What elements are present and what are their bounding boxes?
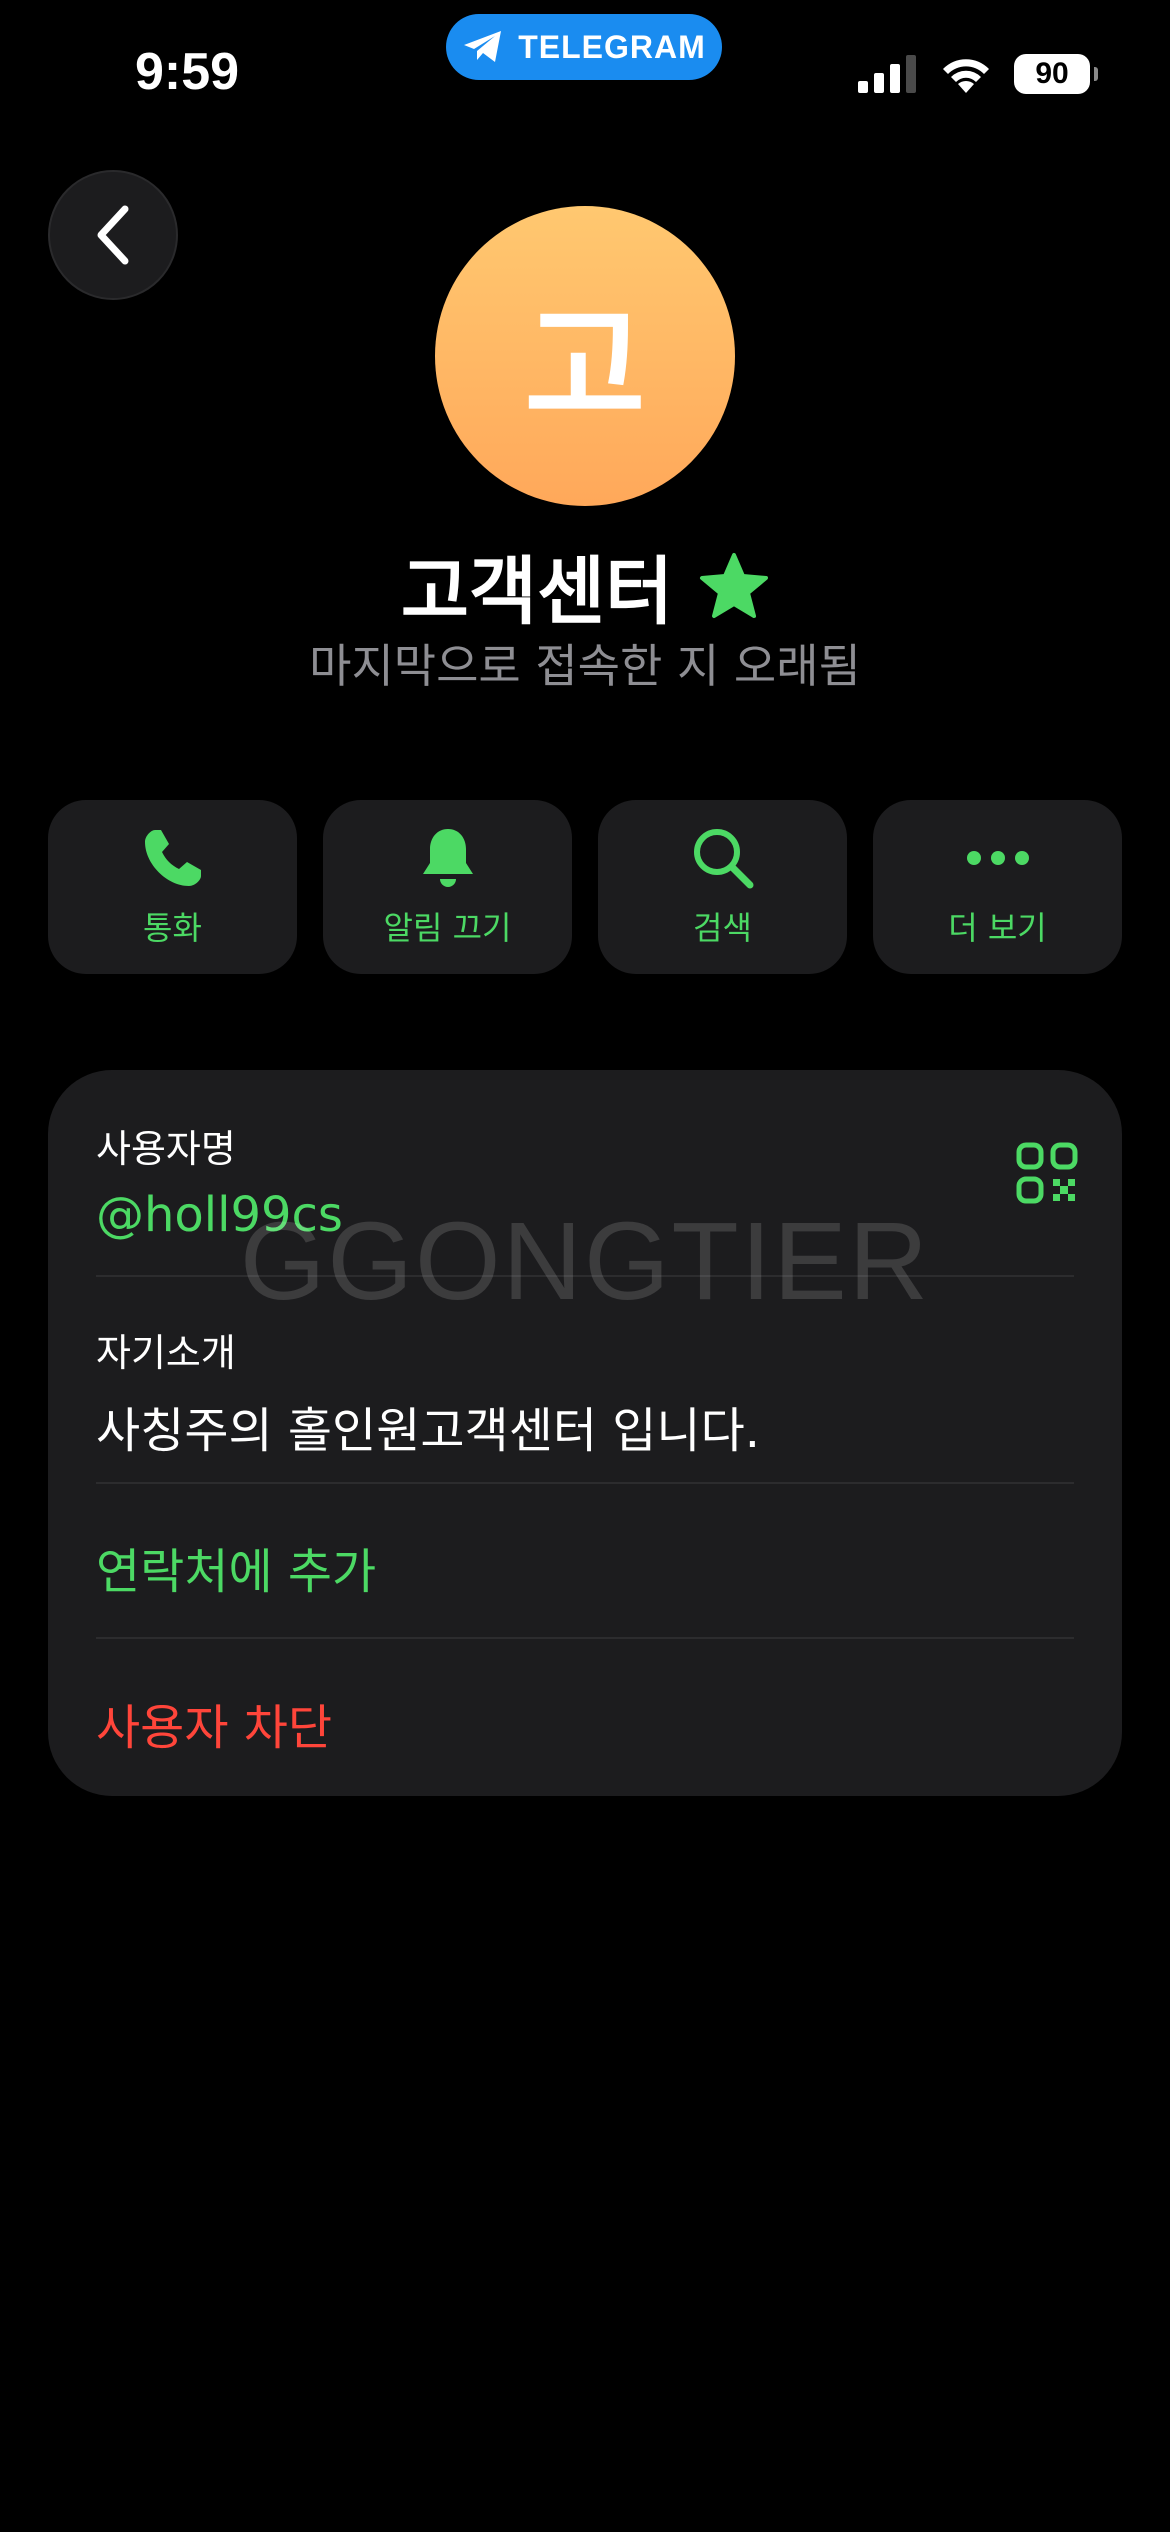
wifi-icon <box>943 59 989 93</box>
battery-indicator: 90 <box>1014 54 1098 94</box>
mute-button-label: 알림 끄기 <box>383 909 512 947</box>
search-icon <box>693 829 753 889</box>
profile-avatar[interactable]: 고 <box>435 206 735 506</box>
divider <box>96 1637 1074 1639</box>
avatar-initial: 고 <box>524 290 646 445</box>
divider <box>96 1482 1074 1484</box>
more-icon <box>966 851 1029 865</box>
cellular-signal-icon <box>858 55 916 93</box>
call-button-label: 통화 <box>143 909 202 947</box>
qr-code-icon[interactable] <box>1016 1142 1078 1204</box>
mute-button[interactable]: 알림 끄기 <box>323 800 572 974</box>
more-button[interactable]: 더 보기 <box>873 800 1122 974</box>
phone-icon <box>144 830 201 886</box>
add-contact-button[interactable]: 연락처에 추가 <box>96 1532 1074 1602</box>
username-value[interactable]: @holl99cs <box>96 1187 1074 1243</box>
profile-name-row: 고객센터 <box>0 532 1170 639</box>
battery-level: 90 <box>1035 57 1069 90</box>
status-indicators: 90 <box>858 54 1098 94</box>
info-card: 사용자명 @holl99cs 자기소개 사칭주의 홀인원고객센터 입니다. 연락… <box>48 1070 1122 1796</box>
block-user-row[interactable]: 사용자 차단 <box>96 1688 1074 1758</box>
divider <box>96 1275 1074 1277</box>
back-button[interactable] <box>48 170 178 300</box>
bio-label: 자기소개 <box>96 1331 236 1375</box>
bio-row: 자기소개 사칭주의 홀인원고객센터 입니다. <box>96 1322 1074 1461</box>
search-button-label: 검색 <box>693 909 752 947</box>
bio-value: 사칭주의 홀인원고객센터 입니다. <box>96 1403 761 1459</box>
add-contact-row[interactable]: 연락처에 추가 <box>96 1532 1074 1602</box>
profile-name: 고객센터 <box>400 549 674 635</box>
last-seen-status: 마지막으로 접속한 지 오래됨 <box>309 639 861 693</box>
chevron-left-icon <box>97 205 129 265</box>
bell-icon <box>422 829 473 887</box>
username-label: 사용자명 <box>96 1127 236 1171</box>
telegram-pill-label: TELEGRAM <box>518 28 706 65</box>
star-icon[interactable] <box>699 552 769 620</box>
call-button[interactable]: 통화 <box>48 800 297 974</box>
telegram-icon <box>464 31 502 62</box>
status-time: 9:59 <box>135 43 240 101</box>
search-button[interactable]: 검색 <box>598 800 847 974</box>
action-bar: 통화 알림 끄기 검색 더 보기 <box>48 800 1122 974</box>
block-user-button[interactable]: 사용자 차단 <box>96 1688 1074 1758</box>
telegram-pill[interactable]: TELEGRAM <box>446 14 722 80</box>
more-button-label: 더 보기 <box>948 909 1047 947</box>
username-row[interactable]: 사용자명 @holl99cs <box>96 1118 1074 1243</box>
